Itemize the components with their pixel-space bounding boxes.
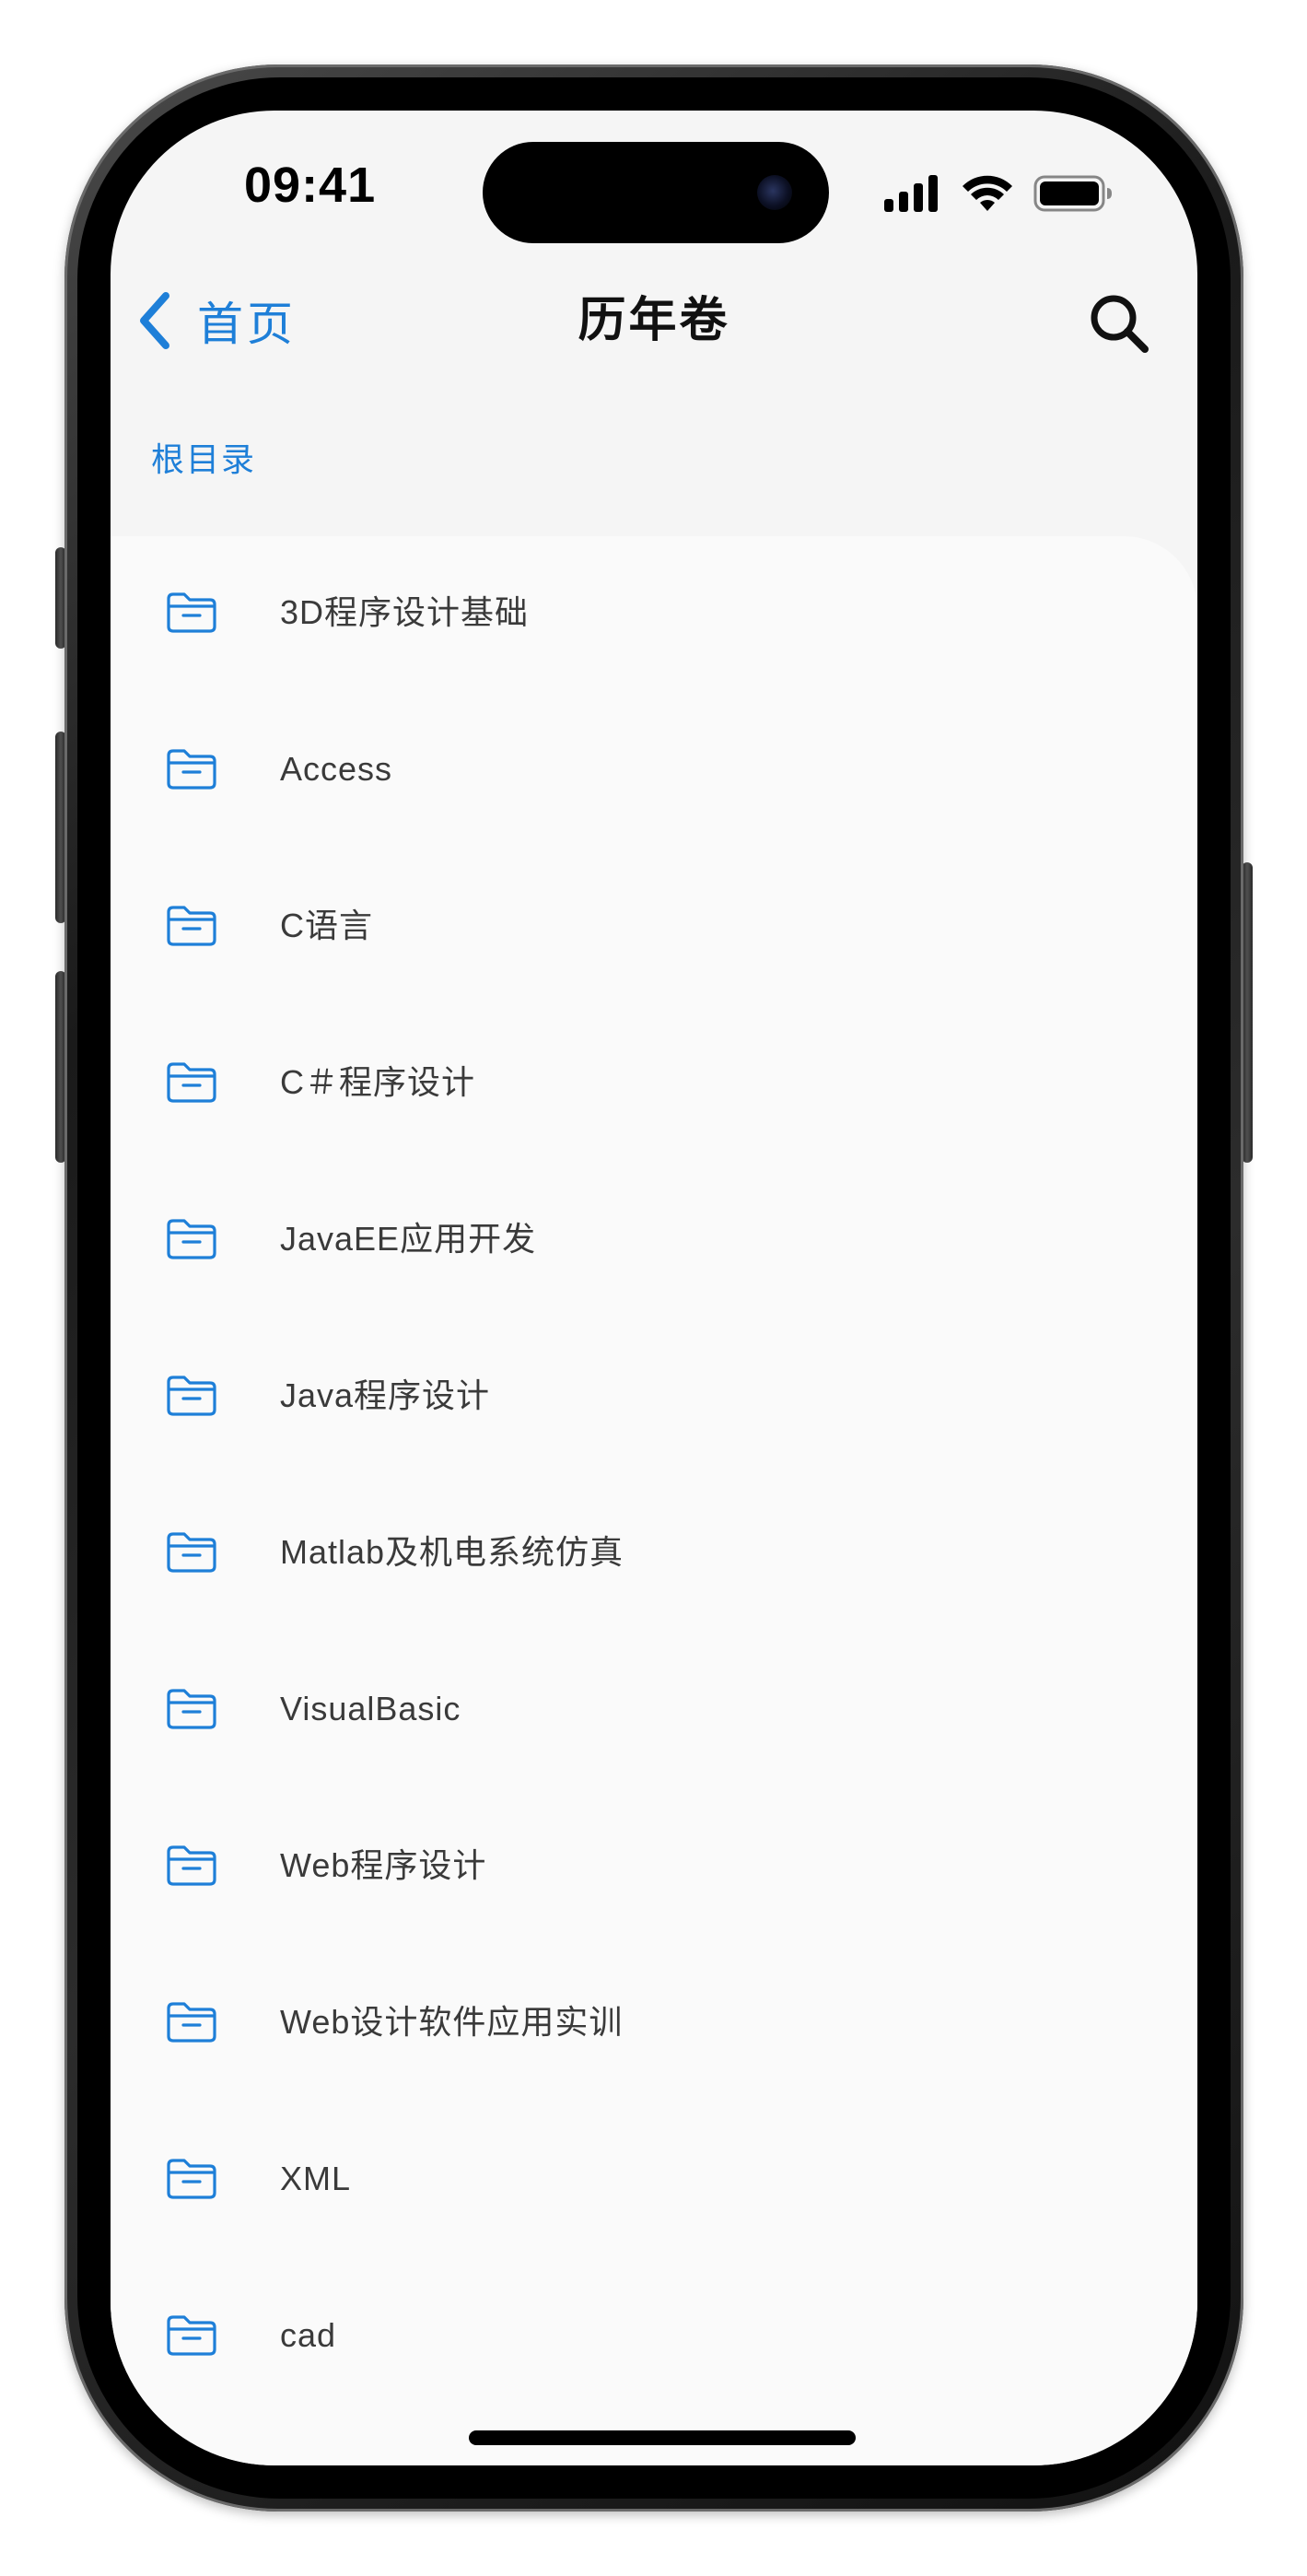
folder-icon bbox=[166, 2314, 217, 2357]
folder-icon bbox=[166, 1531, 217, 1574]
folder-label: cad bbox=[280, 2316, 337, 2354]
app-screen: 09:41 首页 历年卷 根目录 3D程序设计基础 Access C语言 C＃程… bbox=[111, 111, 1197, 2465]
folder-label: Access bbox=[280, 750, 393, 788]
folder-icon bbox=[166, 1844, 217, 1887]
folder-list-item[interactable]: Java程序设计 bbox=[111, 1319, 1197, 1476]
folder-label: Web设计软件应用实训 bbox=[280, 2003, 624, 2041]
camera-icon bbox=[757, 175, 792, 210]
folder-list-item[interactable]: C＃程序设计 bbox=[111, 1006, 1197, 1163]
folder-label: C＃程序设计 bbox=[280, 1063, 475, 1101]
folder-list-item[interactable]: cad bbox=[111, 2259, 1197, 2416]
folder-label: 3D程序设计基础 bbox=[280, 593, 530, 631]
folder-label: Matlab及机电系统仿真 bbox=[280, 1533, 624, 1571]
folder-icon bbox=[166, 591, 217, 634]
folder-icon bbox=[166, 2158, 217, 2200]
status-time: 09:41 bbox=[244, 158, 377, 213]
folder-label: C语言 bbox=[280, 907, 373, 944]
folder-list-item[interactable]: VisualBasic bbox=[111, 1633, 1197, 1789]
folder-label: JavaEE应用开发 bbox=[280, 1220, 537, 1258]
folder-list-item[interactable]: XML bbox=[111, 2102, 1197, 2259]
status-icons bbox=[884, 173, 1113, 214]
folder-icon bbox=[166, 1375, 217, 1417]
folder-icon bbox=[166, 1218, 217, 1260]
folder-list-item[interactable]: Web设计软件应用实训 bbox=[111, 1946, 1197, 2102]
folder-list: 3D程序设计基础 Access C语言 C＃程序设计 JavaEE应用开发 Java程序设… bbox=[111, 536, 1197, 2465]
home-indicator[interactable] bbox=[469, 2430, 856, 2445]
dynamic-island bbox=[483, 142, 829, 243]
device-mockup: 09:41 首页 历年卷 根目录 3D程序设计基础 Access C语言 C＃程… bbox=[0, 0, 1307, 2576]
folder-label: VisualBasic bbox=[280, 1690, 461, 1727]
page-title: 历年卷 bbox=[578, 294, 730, 347]
folder-list-item[interactable]: Access bbox=[111, 693, 1197, 849]
folder-icon bbox=[166, 1061, 217, 1104]
folder-list-item[interactable]: Web程序设计 bbox=[111, 1789, 1197, 1946]
breadcrumb-root[interactable]: 根目录 bbox=[151, 433, 256, 481]
folder-list-item[interactable]: Matlab及机电系统仿真 bbox=[111, 1476, 1197, 1633]
wifi-icon bbox=[963, 175, 1012, 211]
folder-list-item[interactable]: C语言 bbox=[111, 849, 1197, 1006]
folder-icon bbox=[166, 748, 217, 790]
folder-icon bbox=[166, 2001, 217, 2043]
battery-icon bbox=[1033, 175, 1112, 212]
folder-list-item[interactable]: JavaEE应用开发 bbox=[111, 1163, 1197, 1319]
folder-label: XML bbox=[280, 2160, 352, 2197]
folder-icon bbox=[166, 905, 217, 947]
folder-label: Java程序设计 bbox=[280, 1376, 491, 1414]
cellular-signal-icon bbox=[884, 175, 938, 212]
search-icon[interactable] bbox=[1085, 289, 1151, 356]
folder-label: Web程序设计 bbox=[280, 1846, 487, 1884]
folder-icon bbox=[166, 1688, 217, 1730]
folder-list-item[interactable]: 3D程序设计基础 bbox=[111, 536, 1197, 693]
